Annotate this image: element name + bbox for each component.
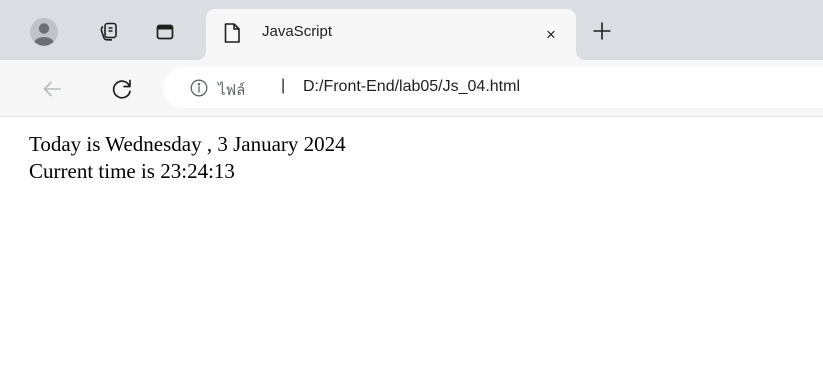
back-button[interactable] xyxy=(37,74,67,104)
reload-button[interactable] xyxy=(107,74,137,104)
reload-icon xyxy=(112,79,131,99)
profile-avatar-icon xyxy=(30,18,58,46)
tab-javascript[interactable]: JavaScript × xyxy=(196,9,586,60)
workspaces-button[interactable] xyxy=(93,16,125,48)
profile-button[interactable] xyxy=(28,16,60,48)
page-icon xyxy=(224,23,240,43)
time-text: Current time is 23:24:13 xyxy=(29,159,235,183)
address-divider: | xyxy=(281,77,286,94)
new-tab-button[interactable] xyxy=(589,18,615,44)
tab-actions-icon xyxy=(156,24,174,40)
back-arrow-icon xyxy=(43,81,61,97)
toolbar: ไฟล์ | D:/Front-End/lab05/Js_04.html xyxy=(0,60,823,117)
tab-strip: JavaScript × xyxy=(0,0,823,60)
info-icon[interactable] xyxy=(190,79,208,97)
date-text: Today is Wednesday , 3 January 2024 xyxy=(29,132,346,156)
workspaces-icon xyxy=(100,22,117,41)
tab-actions-button[interactable] xyxy=(149,16,181,48)
page-content: Today is Wednesday , 3 January 2024 Curr… xyxy=(0,118,823,365)
address-bar[interactable]: ไฟล์ | D:/Front-End/lab05/Js_04.html xyxy=(163,67,823,108)
site-info-label[interactable]: ไฟล์ xyxy=(218,78,245,102)
tab-title: JavaScript xyxy=(262,23,333,40)
url-text[interactable]: D:/Front-End/lab05/Js_04.html xyxy=(303,78,520,96)
plus-icon xyxy=(593,22,611,40)
tab-close-button[interactable]: × xyxy=(542,25,560,43)
browser-window: JavaScript × ไฟล์ | D:/Front-End/lab05/J… xyxy=(0,0,823,365)
